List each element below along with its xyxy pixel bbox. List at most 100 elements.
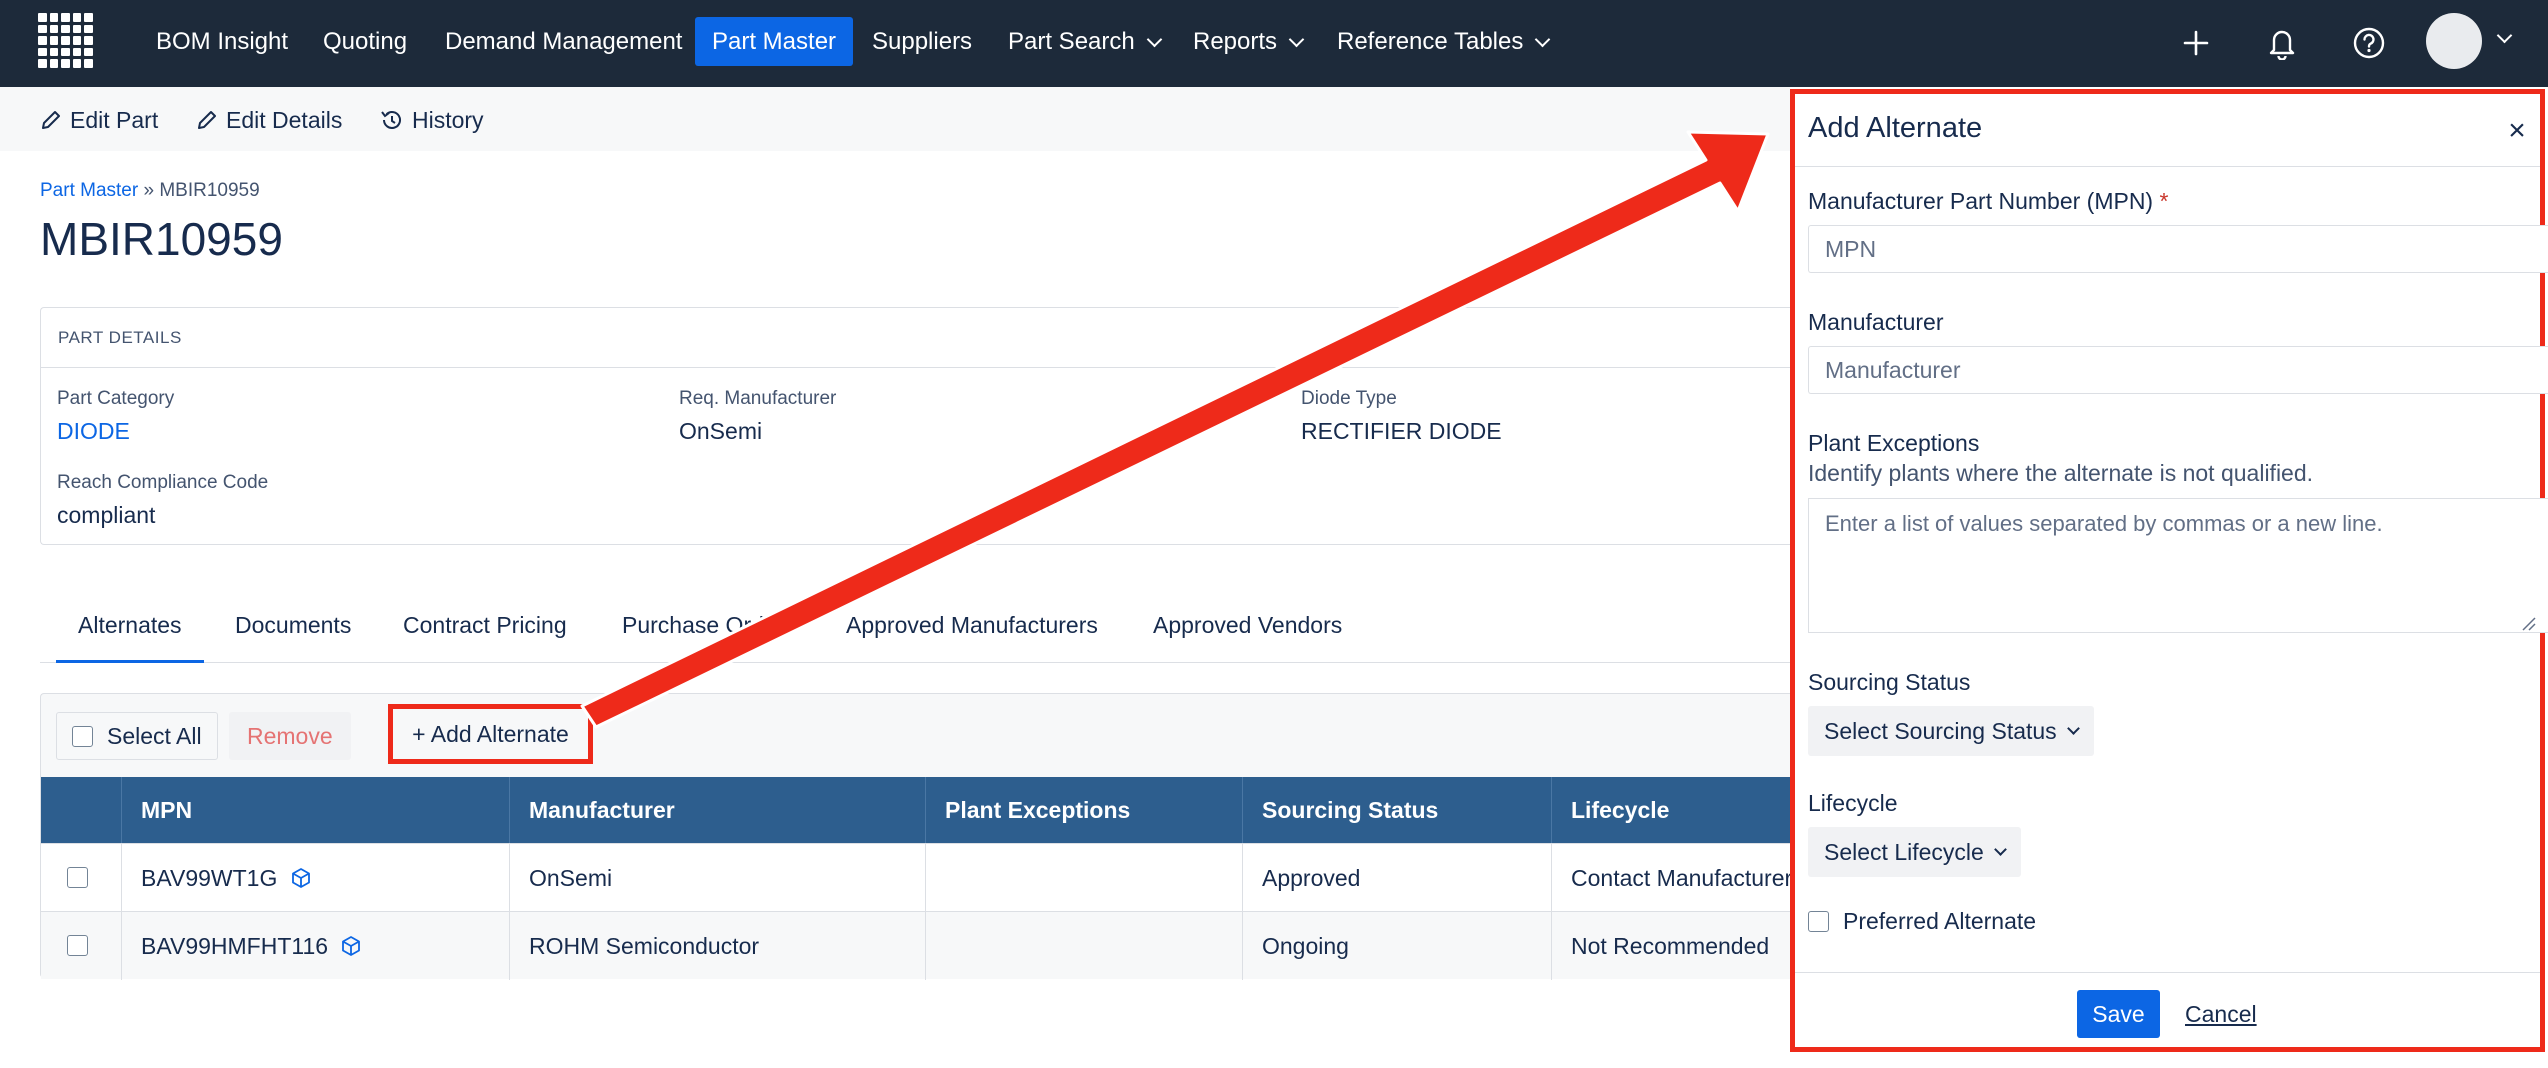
table-row[interactable]: BAV99HMFHT116 ROHM Semiconductor Ongoing… [41,911,1801,980]
cancel-button[interactable]: Cancel [2185,990,2257,1038]
tab-approved-vendors[interactable]: Approved Vendors [1153,612,1342,663]
pencil-icon [42,111,60,129]
save-button[interactable]: Save [2077,990,2160,1038]
table-header: MPN Manufacturer Plant Exceptions Sourci… [41,777,1800,843]
field-label: Reach Compliance Code [57,472,269,493]
detail-tabs: Alternates Documents Contract Pricing Pu… [40,596,1800,663]
lifecycle-label: Lifecycle [1808,790,1898,816]
row-checkbox[interactable] [67,935,88,956]
cell-mpn: BAV99HMFHT116 [121,912,509,980]
chevron-down-icon [1146,31,1163,48]
history-button[interactable]: History [380,105,484,135]
tab-approved-manufacturers[interactable]: Approved Manufacturers [846,612,1098,663]
column-header-lifecycle[interactable]: Lifecycle [1551,777,1801,843]
row-select-cell [41,912,121,980]
page-title: MBIR10959 [40,213,283,265]
part-details-heading: PART DETAILS [58,328,182,347]
sourcing-status-select[interactable]: Select Sourcing Status [1808,706,2094,756]
nav-item-label: Suppliers [872,28,973,55]
cube-icon[interactable] [290,867,312,889]
nav-item-part-search[interactable]: Part Search [991,17,1177,66]
mpn-input[interactable] [1808,225,2548,273]
nav-item-demand-management[interactable]: Demand Management [428,17,699,66]
breadcrumb-current: MBIR10959 [159,180,260,201]
field-value: RECTIFIER DIODE [1301,418,1502,444]
field-value: OnSemi [679,418,763,444]
field-reach-compliance: Reach Compliance Code compliant [57,472,268,529]
top-navigation-bar: BOM Insight Quoting Demand Management Pa… [0,0,2548,87]
cell-lifecycle: Not Recommended [1551,912,1801,980]
cell-plant-exceptions [925,844,1242,912]
preferred-alternate-checkbox[interactable] [1808,911,1829,932]
grid-toolbar: Select All Remove + Add Alternate [41,694,1800,777]
nav-item-label: BOM Insight [156,28,289,55]
mpn-label: Manufacturer Part Number (MPN) * [1808,188,2168,215]
breadcrumb: Part Master » MBIR10959 [40,180,260,202]
close-icon[interactable]: × [2502,116,2532,146]
remove-button[interactable]: Remove [229,712,351,760]
select-all-button[interactable]: Select All [56,712,218,760]
row-checkbox[interactable] [67,867,88,888]
plant-exceptions-help: Identify plants where the alternate is n… [1808,460,2314,486]
cell-sourcing-status: Approved [1242,844,1551,912]
cell-manufacturer: OnSemi [509,844,925,912]
nav-item-label: Reference Tables [1337,28,1524,55]
chevron-down-icon [2066,721,2080,735]
nav-item-reference-tables[interactable]: Reference Tables [1320,17,1565,66]
part-category-link[interactable]: DIODE [57,418,174,445]
chevron-down-icon [1993,842,2007,856]
nav-item-label: Part Master [712,28,837,55]
tab-purchase-orders[interactable]: Purchase Orders [622,612,796,663]
add-alternate-button[interactable]: + Add Alternate [388,704,593,764]
column-header-sourcing-status[interactable]: Sourcing Status [1242,777,1551,843]
tab-label: Alternates [78,612,182,638]
column-header-mpn[interactable]: MPN [121,777,509,843]
cell-lifecycle: Contact Manufacturer [1551,844,1801,912]
tab-label: Approved Vendors [1153,612,1343,638]
required-marker: * [2159,188,2169,214]
breadcrumb-link-part-master[interactable]: Part Master [40,180,138,201]
edit-part-button[interactable]: Edit Part [40,105,158,135]
field-label: Req. Manufacturer [679,388,837,409]
avatar[interactable] [2426,13,2482,69]
tab-contract-pricing[interactable]: Contract Pricing [403,612,567,663]
cell-mpn-text: BAV99WT1G [141,865,278,891]
edit-details-button[interactable]: Edit Details [196,105,342,135]
plus-icon[interactable] [2173,20,2219,66]
preferred-alternate-option[interactable]: Preferred Alternate [1808,908,2036,935]
tab-alternates[interactable]: Alternates [56,612,204,663]
mpn-label-text: Manufacturer Part Number (MPN) [1808,188,2154,214]
edit-part-label: Edit Part [70,107,159,133]
app-logo-icon[interactable] [38,13,93,68]
nav-item-reports[interactable]: Reports [1176,17,1319,66]
help-icon[interactable] [2346,20,2392,66]
chevron-down-icon [1535,31,1551,48]
chevron-down-icon [1288,31,1305,48]
plant-exceptions-textarea[interactable] [1808,498,2548,633]
cube-icon[interactable] [340,935,362,957]
bell-icon[interactable] [2259,20,2305,66]
pencil-icon [198,111,216,129]
add-alternate-panel: Add Alternate × Manufacturer Part Number… [1790,89,2548,1052]
tab-label: Contract Pricing [403,612,567,638]
nav-item-quoting[interactable]: Quoting [306,17,424,66]
tab-documents[interactable]: Documents [235,612,351,663]
column-header-manufacturer[interactable]: Manufacturer [509,777,925,843]
sourcing-status-label: Sourcing Status [1808,669,1971,695]
cell-manufacturer: ROHM Semiconductor [509,912,925,980]
cell-plant-exceptions [925,912,1242,980]
resize-grip-icon[interactable] [2518,613,2536,631]
nav-item-part-master[interactable]: Part Master [695,17,854,66]
part-details-card: PART DETAILS Part Category DIODE Req. Ma… [40,307,1800,545]
manufacturer-label: Manufacturer [1808,309,1944,335]
nav-item-bom-insight[interactable]: BOM Insight [139,17,305,66]
user-menu[interactable] [2426,13,2526,69]
select-all-checkbox[interactable] [72,725,93,747]
manufacturer-input[interactable] [1808,346,2548,394]
nav-item-suppliers[interactable]: Suppliers [855,17,989,66]
table-row[interactable]: BAV99WT1G OnSemi Approved Contact Manufa… [41,843,1801,912]
column-header-plant-exceptions[interactable]: Plant Exceptions [925,777,1242,843]
tab-label: Documents [235,612,352,638]
panel-divider [1795,166,2540,167]
lifecycle-select[interactable]: Select Lifecycle [1808,827,2021,877]
